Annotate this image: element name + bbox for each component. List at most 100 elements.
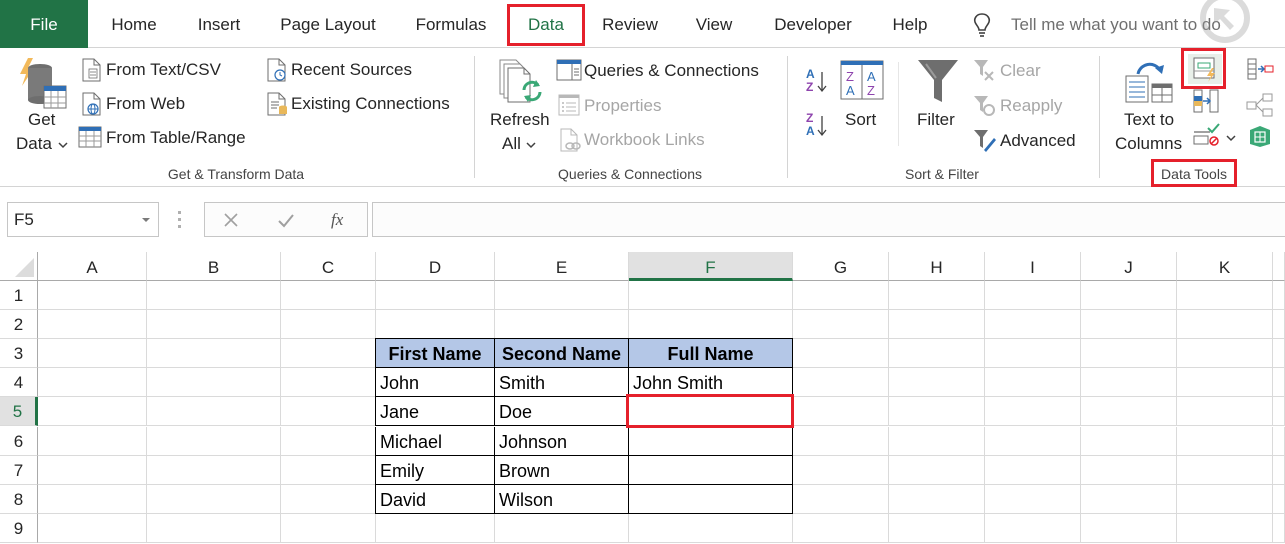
relationships-icon[interactable]	[1246, 92, 1274, 118]
column-header-j[interactable]: J	[1081, 252, 1177, 281]
text-to-columns-icon[interactable]	[1124, 60, 1174, 104]
cell-partial5[interactable]	[1273, 397, 1285, 427]
cell-j6[interactable]	[1081, 426, 1177, 456]
cell-e8[interactable]: Wilson	[495, 484, 629, 514]
cell-i7[interactable]	[985, 455, 1081, 485]
remove-duplicates-icon[interactable]	[1192, 88, 1220, 114]
cell-b3[interactable]	[147, 339, 281, 369]
cell-i6[interactable]	[985, 426, 1081, 456]
column-header-b[interactable]: B	[147, 252, 281, 281]
cell-d9[interactable]	[376, 513, 495, 543]
cell-f4[interactable]: John Smith	[629, 368, 793, 398]
sort-button[interactable]: Sort	[845, 110, 876, 130]
cell-c2[interactable]	[281, 310, 376, 340]
cell-d2[interactable]	[376, 310, 495, 340]
cell-f1[interactable]	[629, 281, 793, 310]
cell-partial7[interactable]	[1273, 455, 1285, 485]
cell-j5[interactable]	[1081, 397, 1177, 427]
cell-f5[interactable]	[629, 397, 793, 427]
tab-review[interactable]: Review	[592, 0, 668, 48]
filter-icon[interactable]	[916, 58, 960, 104]
tab-view[interactable]: View	[684, 0, 744, 48]
cell-f7[interactable]	[629, 455, 793, 485]
cell-b7[interactable]	[147, 455, 281, 485]
column-header-a[interactable]: A	[38, 252, 147, 281]
cell-h8[interactable]	[889, 484, 985, 514]
cell-partial8[interactable]	[1273, 484, 1285, 514]
text-to-columns-label[interactable]: Text to	[1124, 110, 1174, 130]
cell-j2[interactable]	[1081, 310, 1177, 340]
cell-a6[interactable]	[38, 426, 147, 456]
cell-j7[interactable]	[1081, 455, 1177, 485]
cell-c7[interactable]	[281, 455, 376, 485]
cell-k2[interactable]	[1177, 310, 1273, 340]
cell-e5[interactable]: Doe	[495, 397, 629, 427]
cell-h9[interactable]	[889, 513, 985, 543]
cell-c8[interactable]	[281, 484, 376, 514]
enter-check-icon[interactable]	[277, 212, 295, 228]
cell-b6[interactable]	[147, 426, 281, 456]
tab-insert[interactable]: Insert	[186, 0, 252, 48]
cell-h2[interactable]	[889, 310, 985, 340]
row-header-3[interactable]: 3	[0, 339, 38, 369]
cell-f2[interactable]	[629, 310, 793, 340]
cell-k6[interactable]	[1177, 426, 1273, 456]
column-header-partial[interactable]	[1273, 252, 1285, 281]
advanced-button[interactable]: Advanced	[1000, 131, 1076, 151]
cell-a2[interactable]	[38, 310, 147, 340]
cell-e4[interactable]: Smith	[495, 368, 629, 398]
cell-k5[interactable]	[1177, 397, 1273, 427]
cell-d4[interactable]: John	[375, 368, 495, 398]
cell-partial6[interactable]	[1273, 426, 1285, 456]
tab-file[interactable]: File	[0, 0, 88, 48]
name-box-dropdown-icon[interactable]	[142, 218, 150, 222]
cell-g4[interactable]	[793, 368, 889, 398]
cell-g7[interactable]	[793, 455, 889, 485]
cell-f9[interactable]	[629, 513, 793, 543]
column-header-c[interactable]: C	[281, 252, 376, 281]
cell-i1[interactable]	[985, 281, 1081, 310]
sort-dialog-icon[interactable]: Z A A Z	[840, 60, 884, 100]
cell-e6[interactable]: Johnson	[495, 426, 629, 456]
data-validation-icon[interactable]	[1192, 122, 1220, 148]
cell-e7[interactable]: Brown	[495, 455, 629, 485]
cell-g8[interactable]	[793, 484, 889, 514]
cell-a7[interactable]	[38, 455, 147, 485]
get-data-label[interactable]: Get	[28, 110, 55, 130]
row-header-7[interactable]: 7	[0, 455, 38, 485]
cell-h7[interactable]	[889, 455, 985, 485]
cell-k7[interactable]	[1177, 455, 1273, 485]
cell-j9[interactable]	[1081, 513, 1177, 543]
cell-j4[interactable]	[1081, 368, 1177, 398]
cell-b9[interactable]	[147, 513, 281, 543]
cell-i3[interactable]	[985, 339, 1081, 369]
text-to-columns-label-2[interactable]: Columns	[1115, 134, 1182, 154]
cell-e9[interactable]	[495, 513, 629, 543]
formula-input[interactable]	[372, 202, 1285, 237]
manage-data-model-icon[interactable]	[1248, 124, 1272, 148]
cancel-icon[interactable]	[223, 212, 239, 228]
cell-partial4[interactable]	[1273, 368, 1285, 398]
cell-a4[interactable]	[38, 368, 147, 398]
cell-d8[interactable]: David	[375, 484, 495, 514]
cell-a9[interactable]	[38, 513, 147, 543]
cell-a3[interactable]	[38, 339, 147, 369]
row-header-2[interactable]: 2	[0, 310, 38, 340]
cell-k9[interactable]	[1177, 513, 1273, 543]
cell-h5[interactable]	[889, 397, 985, 427]
tab-data[interactable]: Data	[512, 0, 580, 48]
get-data-label-2[interactable]: Data	[16, 134, 52, 154]
queries-connections-button[interactable]: Queries & Connections	[584, 61, 759, 81]
cell-j8[interactable]	[1081, 484, 1177, 514]
cell-c3[interactable]	[281, 339, 376, 369]
cell-h6[interactable]	[889, 426, 985, 456]
from-web-button[interactable]: From Web	[106, 94, 185, 114]
cell-d1[interactable]	[376, 281, 495, 310]
cell-c1[interactable]	[281, 281, 376, 310]
cell-h3[interactable]	[889, 339, 985, 369]
cell-g2[interactable]	[793, 310, 889, 340]
cell-k4[interactable]	[1177, 368, 1273, 398]
cell-i9[interactable]	[985, 513, 1081, 543]
cell-g6[interactable]	[793, 426, 889, 456]
cell-e1[interactable]	[495, 281, 629, 310]
